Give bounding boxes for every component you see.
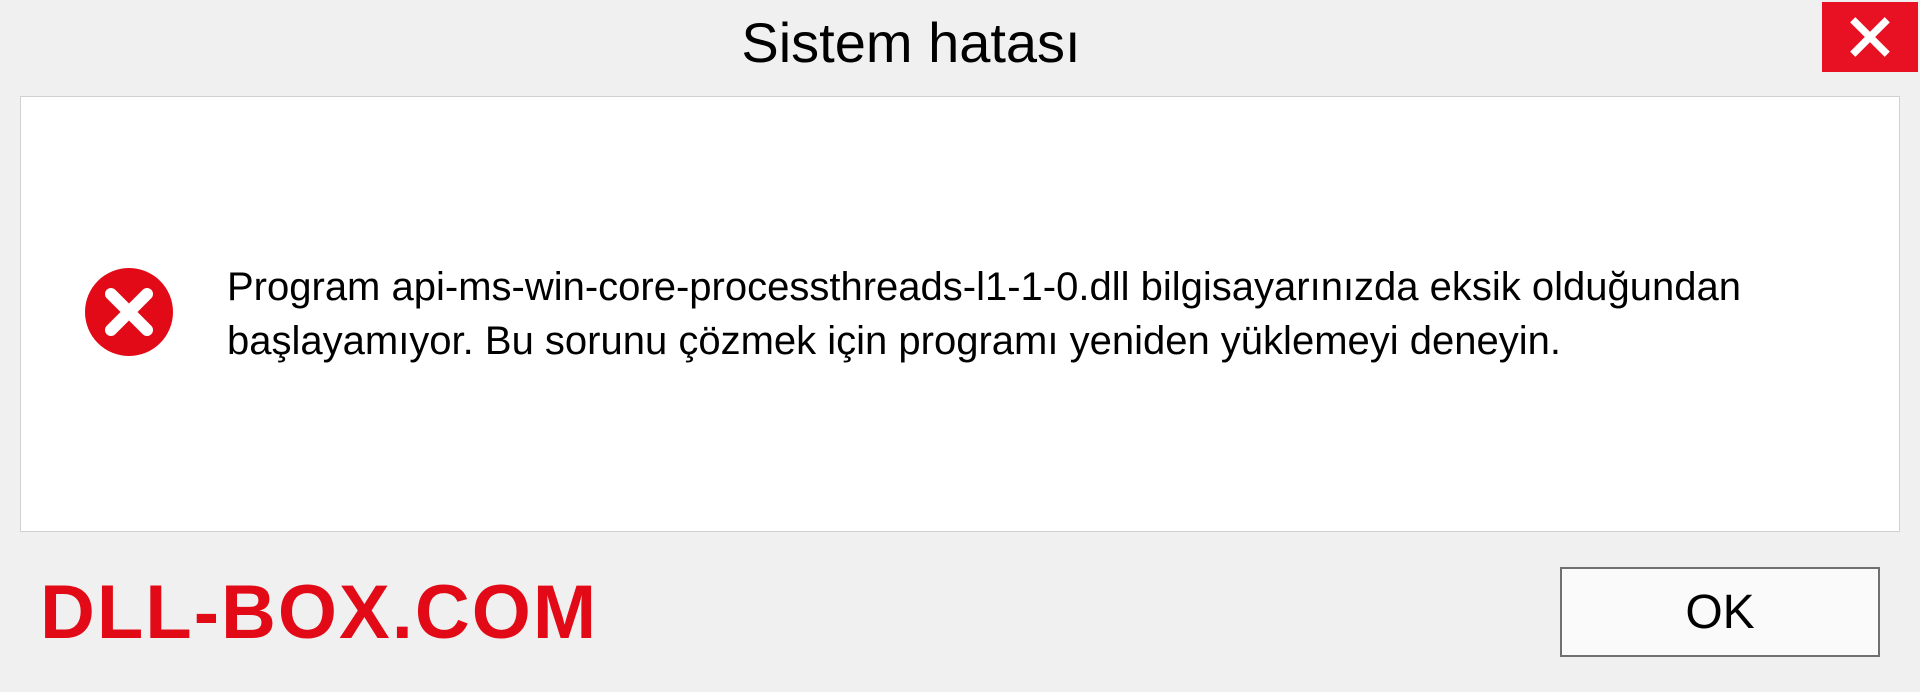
titlebar: Sistem hatası xyxy=(0,0,1920,88)
ok-button[interactable]: OK xyxy=(1560,567,1880,657)
close-icon xyxy=(1848,15,1892,59)
dialog-title: Sistem hatası xyxy=(0,0,1822,75)
error-icon xyxy=(81,264,177,365)
brand-watermark: DLL-BOX.COM xyxy=(40,569,598,656)
dialog-footer: DLL-BOX.COM OK xyxy=(0,532,1920,692)
dialog-message: Program api-ms-win-core-processthreads-l… xyxy=(227,260,1839,368)
dialog-content: Program api-ms-win-core-processthreads-l… xyxy=(20,96,1900,532)
close-button[interactable] xyxy=(1822,2,1918,72)
